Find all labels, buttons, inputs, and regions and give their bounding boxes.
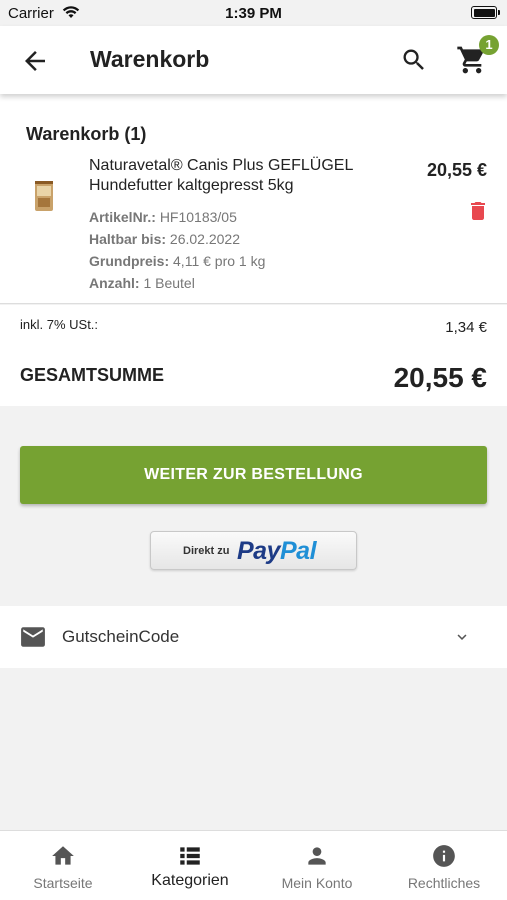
product-price: 20,55 €: [426, 160, 487, 180]
quantity-row: Anzahl: 1 Beutel: [89, 275, 195, 291]
nav-label-rechtliches: Rechtliches: [407, 875, 481, 891]
nav-item-kategorien[interactable]: Kategorien: [127, 831, 253, 900]
nav-item-mein-konto[interactable]: Mein Konto: [254, 831, 380, 900]
article-number-row: ArtikelNr.: HF10183/05: [89, 209, 237, 225]
cart-section: Warenkorb (1) Naturavetal® Canis Plus GE…: [0, 94, 507, 304]
continue-to-order-button[interactable]: WEITER ZUR BESTELLUNG: [20, 446, 487, 504]
best-before-row: Haltbar bis: 26.02.2022: [89, 231, 240, 247]
total-label: GESAMTSUMME: [20, 365, 164, 385]
list-icon: [180, 847, 200, 865]
total-value: 20,55 €: [393, 362, 487, 393]
status-bar: Carrier 1:39 PM: [0, 0, 507, 26]
mail-icon: [21, 627, 45, 647]
product-name[interactable]: Naturavetal® Canis Plus GEFLÜGEL Hundefu…: [89, 156, 389, 196]
nav-label-startseite: Startseite: [33, 875, 93, 891]
article-number-label: ArtikelNr.:: [89, 209, 156, 225]
quantity-label: Anzahl:: [89, 275, 140, 291]
trash-icon[interactable]: [466, 198, 490, 224]
base-price-label: Grundpreis:: [89, 253, 170, 269]
app-bar: Warenkorb 1: [0, 26, 507, 94]
voucher-label: GutscheinCode: [62, 627, 180, 646]
quantity-value: 1 Beutel: [143, 275, 195, 291]
battery-icon: [471, 6, 500, 19]
product-image[interactable]: [34, 180, 54, 212]
bottom-navigation: Startseite Kategorien Mein Konto Rechtli…: [0, 830, 507, 900]
best-before-value: 26.02.2022: [169, 231, 240, 247]
nav-label-kategorien: Kategorien: [151, 872, 229, 889]
base-price-value: 4,11 € pro 1 kg: [173, 253, 266, 269]
best-before-label: Haltbar bis:: [89, 231, 167, 247]
paypal-logo: PayPal: [237, 537, 317, 565]
nav-item-rechtliches[interactable]: Rechtliches: [381, 831, 507, 900]
nav-item-startseite[interactable]: Startseite: [0, 831, 126, 900]
cart-count-badge: 1: [479, 35, 499, 55]
base-price-row: Grundpreis: 4,11 € pro 1 kg: [89, 253, 265, 269]
back-arrow-icon[interactable]: [20, 46, 50, 76]
order-summary: inkl. 7% USt.: 1,34 € GESAMTSUMME 20,55 …: [0, 305, 507, 406]
tax-label: inkl. 7% USt.:: [20, 317, 99, 332]
tax-value: 1,34 €: [445, 319, 487, 336]
page-title: Warenkorb: [90, 46, 210, 72]
article-number-value: HF10183/05: [159, 209, 237, 225]
home-icon: [52, 846, 74, 865]
cart-heading: Warenkorb (1): [26, 124, 147, 144]
search-icon[interactable]: [400, 46, 428, 74]
person-icon: [308, 847, 326, 865]
nav-label-mein-konto: Mein Konto: [281, 875, 353, 891]
paypal-button[interactable]: Direkt zu PayPal: [150, 531, 357, 570]
voucher-code-row[interactable]: GutscheinCode: [0, 606, 507, 668]
paypal-prefix: Direkt zu: [183, 545, 230, 557]
chevron-down-icon[interactable]: [452, 628, 472, 646]
clock: 1:39 PM: [225, 5, 282, 22]
info-icon: [433, 845, 455, 867]
